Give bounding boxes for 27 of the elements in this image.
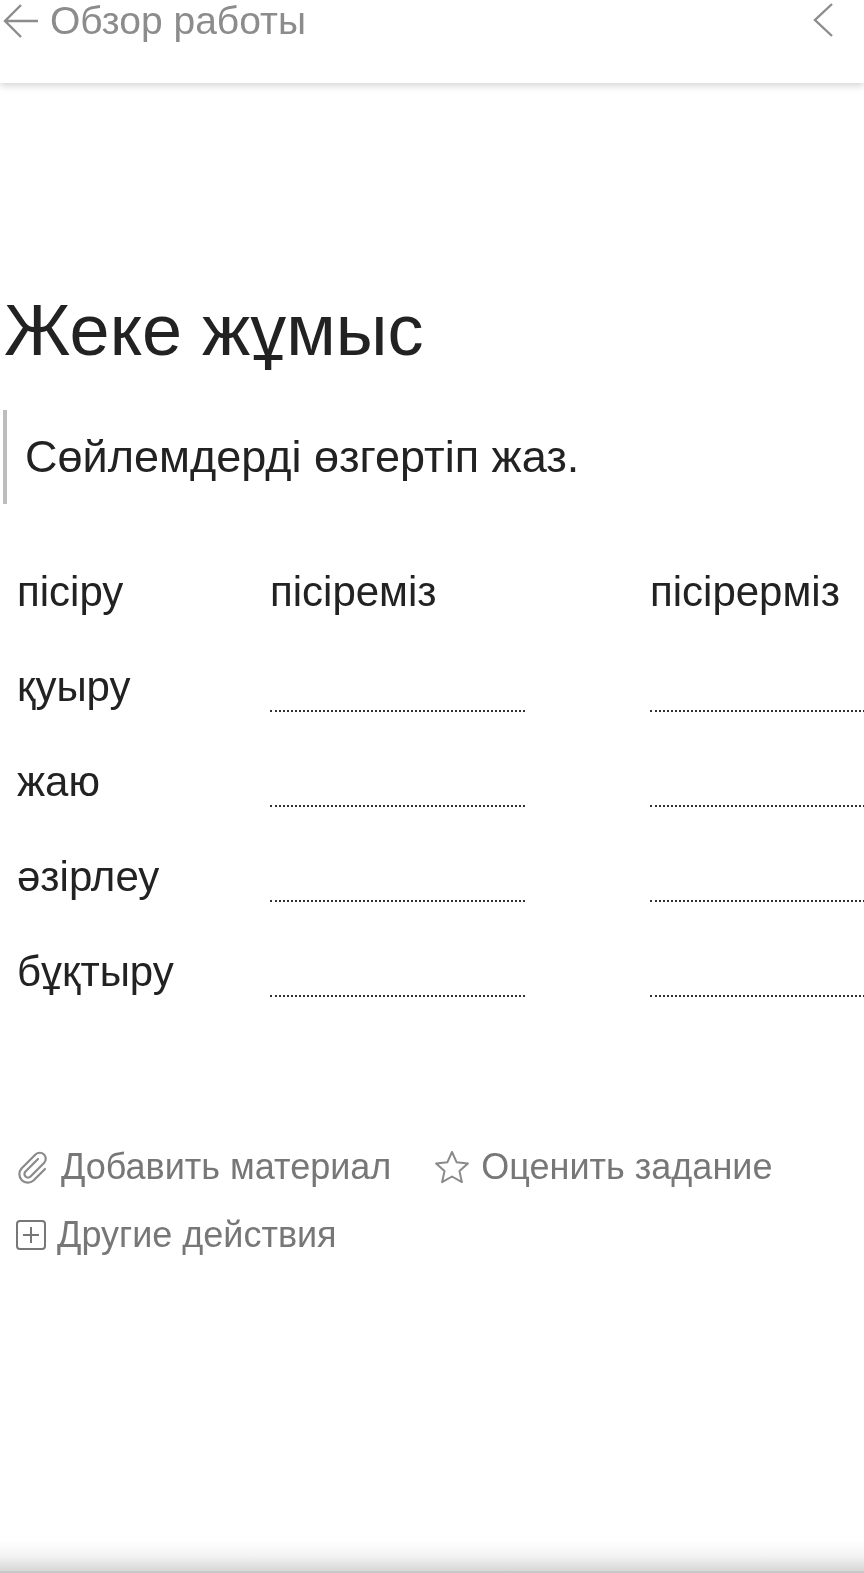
action-link[interactable]: Оценить задание xyxy=(434,1133,773,1201)
fill-in-line[interactable] xyxy=(650,710,864,712)
table-cell-text: пісіру xyxy=(17,567,125,617)
table-cell-text: қуыру xyxy=(17,662,132,712)
plus-square-icon xyxy=(16,1220,46,1250)
table-cell-text: жаю xyxy=(17,757,101,807)
page-title: Жеке жұмыс xyxy=(4,289,425,372)
table-cell-text: бұқтыру xyxy=(17,947,175,997)
table-cell-text: пісіреміз xyxy=(270,567,438,617)
star-icon xyxy=(434,1150,471,1184)
fill-in-line[interactable] xyxy=(270,900,525,902)
table-cell-text: әзірлеу xyxy=(17,852,161,902)
action-link[interactable]: Добавить материал xyxy=(16,1133,392,1201)
fill-in-line[interactable] xyxy=(650,900,864,902)
back-arrow-icon xyxy=(3,3,39,39)
paperclip-icon xyxy=(16,1150,50,1184)
collapse-button[interactable] xyxy=(813,3,833,37)
fill-in-line[interactable] xyxy=(270,995,525,997)
fill-in-line[interactable] xyxy=(270,710,525,712)
fill-in-line[interactable] xyxy=(270,805,525,807)
action-link[interactable]: Другие действия xyxy=(16,1201,337,1269)
fill-in-line[interactable] xyxy=(650,805,864,807)
fill-in-line[interactable] xyxy=(650,995,864,997)
chevron-left-icon xyxy=(813,3,833,37)
instruction-quote: Сөйлемдерді өзгертіп жаз. xyxy=(3,410,864,504)
back-button[interactable]: Обзор работы xyxy=(3,0,306,42)
table-cell-text: пісірерміз xyxy=(650,567,841,617)
